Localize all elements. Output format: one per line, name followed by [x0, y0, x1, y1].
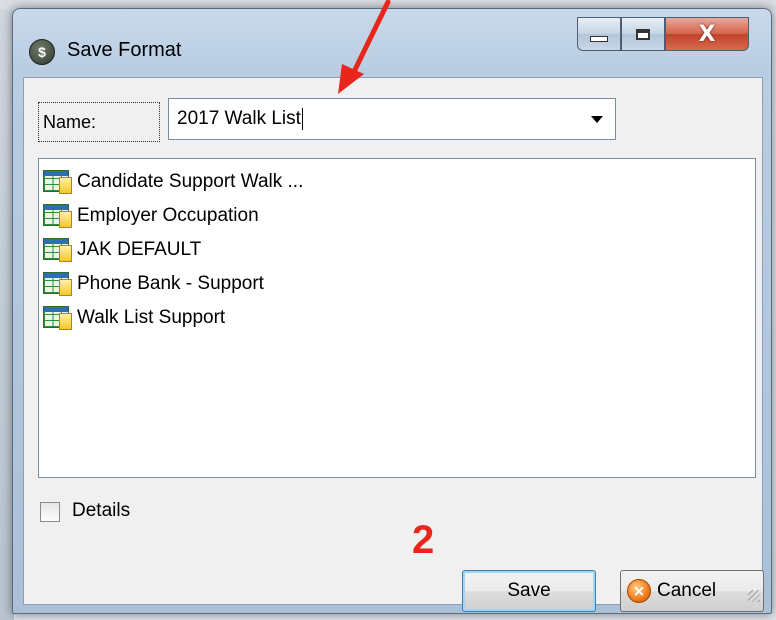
close-icon: X — [698, 21, 716, 47]
annotation-step-number: 2 — [412, 518, 435, 562]
close-button[interactable]: X — [665, 17, 749, 51]
format-list-item-label: Candidate Support Walk ... — [77, 171, 304, 192]
grid-table-icon — [43, 203, 75, 229]
grid-table-icon — [43, 237, 75, 263]
format-list[interactable]: Candidate Support Walk ... Employer Occup… — [38, 158, 756, 478]
annotation-arrow — [338, 0, 391, 94]
format-list-item-label: Employer Occupation — [77, 205, 259, 226]
details-label[interactable]: Details — [72, 500, 130, 522]
save-button[interactable]: Save — [462, 570, 596, 612]
dialog-title: Save Format — [67, 39, 182, 61]
format-list-item-label: JAK DEFAULT — [77, 239, 202, 260]
format-list-item-label: Walk List Support — [77, 307, 226, 328]
maximize-button[interactable] — [621, 17, 665, 51]
app-icon: $ — [29, 39, 55, 65]
format-list-item[interactable]: Phone Bank - Support — [39, 267, 755, 301]
dialog-body: Name: 2017 Walk List Candidate Support W… — [23, 77, 764, 612]
grid-table-icon — [43, 271, 75, 297]
details-checkbox[interactable] — [40, 502, 60, 522]
grid-table-icon — [43, 169, 75, 195]
cancel-button[interactable]: × Cancel — [620, 570, 764, 612]
text-caret — [301, 107, 303, 130]
window-controls: X — [577, 17, 749, 53]
cancel-label: Cancel — [657, 580, 717, 601]
name-label: Name: — [38, 102, 160, 142]
minimize-button[interactable] — [577, 17, 621, 51]
maximize-icon — [636, 28, 650, 40]
name-combobox[interactable]: 2017 Walk List — [168, 98, 616, 140]
format-list-item[interactable]: Employer Occupation — [39, 199, 755, 233]
chevron-down-icon[interactable] — [591, 116, 603, 123]
cancel-icon: × — [627, 579, 651, 603]
format-list-item-label: Phone Bank - Support — [77, 273, 264, 294]
format-list-item[interactable]: Candidate Support Walk ... — [39, 165, 755, 199]
resize-grip[interactable] — [748, 590, 760, 602]
minimize-icon — [590, 36, 608, 42]
format-list-item[interactable]: JAK DEFAULT — [39, 233, 755, 267]
format-list-item[interactable]: Walk List Support — [39, 301, 755, 335]
name-input-value[interactable]: 2017 Walk List — [177, 108, 301, 129]
grid-table-icon — [43, 305, 75, 331]
